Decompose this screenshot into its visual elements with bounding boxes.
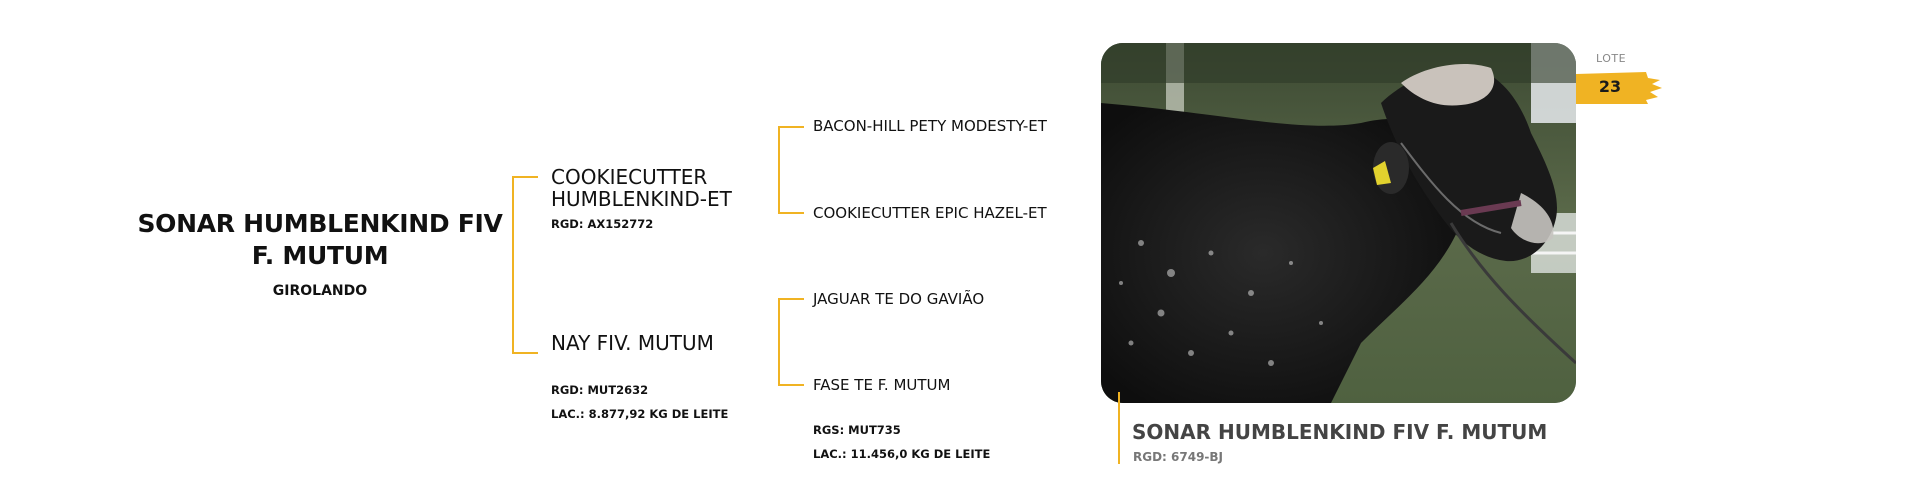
lote-number: 23 (1598, 77, 1622, 96)
dam-sire-name: JAGUAR TE DO GAVIÃO (813, 290, 985, 308)
sire-name: COOKIECUTTER HUMBLENKIND-ET (551, 166, 791, 210)
caption-animal-name: SONAR HUMBLENKIND FIV F. MUTUM (1132, 420, 1548, 444)
lote-label: LOTE (1596, 52, 1627, 65)
sire-name-line1: COOKIECUTTER (551, 165, 708, 189)
dam-dam-rgs: RGS: MUT735 (813, 423, 901, 437)
dam-lactation: LAC.: 8.877,92 KG DE LEITE (551, 407, 729, 421)
dam-rgd: RGD: MUT2632 (551, 383, 649, 397)
animal-photo (1101, 43, 1576, 403)
animal-name: SONAR HUMBLENKIND FIV F. MUTUM (110, 208, 530, 272)
dam-dam-name: FASE TE F. MUTUM (813, 376, 951, 394)
sire-dam-name: COOKIECUTTER EPIC HAZEL-ET (813, 204, 1047, 222)
animal-breed: GIROLANDO (272, 283, 368, 299)
pedigree-bracket-parents (512, 176, 538, 354)
sire-rgd: RGD: AX152772 (551, 217, 654, 231)
animal-name-line2: F. MUTUM (251, 241, 389, 270)
caption-rgd: RGD: 6749-BJ (1133, 450, 1224, 464)
dam-dam-lactation: LAC.: 11.456,0 KG DE LEITE (813, 447, 991, 461)
sire-sire-name: BACON-HILL PETY MODESTY-ET (813, 117, 1047, 135)
caption-accent-line (1118, 392, 1120, 464)
animal-name-line1: SONAR HUMBLENKIND FIV (137, 209, 503, 238)
dam-name: NAY FIV. MUTUM (551, 331, 714, 355)
sire-name-line2: HUMBLENKIND-ET (551, 187, 732, 211)
